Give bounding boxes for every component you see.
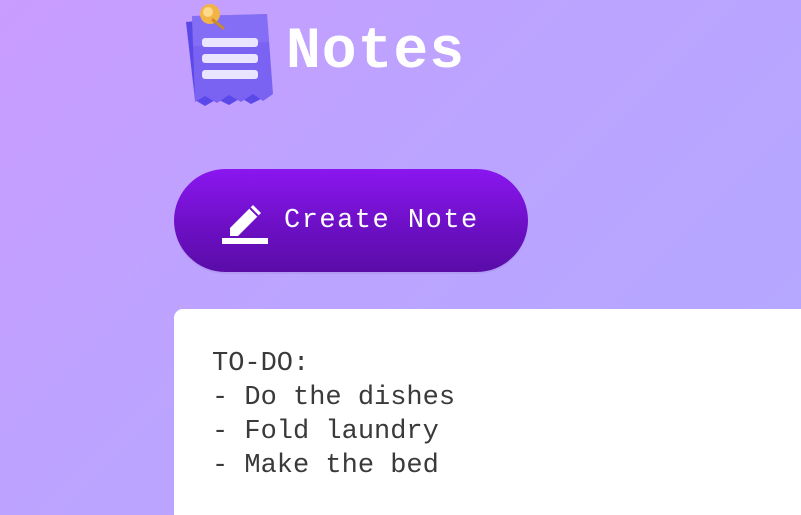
note-line: - Do the dishes bbox=[212, 383, 456, 413]
create-note-button[interactable]: Create Note bbox=[174, 169, 528, 272]
note-card[interactable]: TO-DO: - Do the dishes - Fold laundry - Mak… bbox=[174, 309, 801, 515]
pencil-icon bbox=[220, 196, 270, 246]
note-content[interactable]: TO-DO: - Do the dishes - Fold laundry - Mak… bbox=[212, 347, 801, 483]
note-line: - Make the bed bbox=[212, 451, 439, 481]
create-note-label: Create Note bbox=[284, 205, 479, 236]
app-header: Notes bbox=[183, 2, 465, 112]
page-title: Notes bbox=[286, 20, 466, 85]
notes-app-icon bbox=[183, 2, 278, 112]
note-line: TO-DO: bbox=[212, 349, 310, 379]
note-line: - Fold laundry bbox=[212, 417, 439, 447]
